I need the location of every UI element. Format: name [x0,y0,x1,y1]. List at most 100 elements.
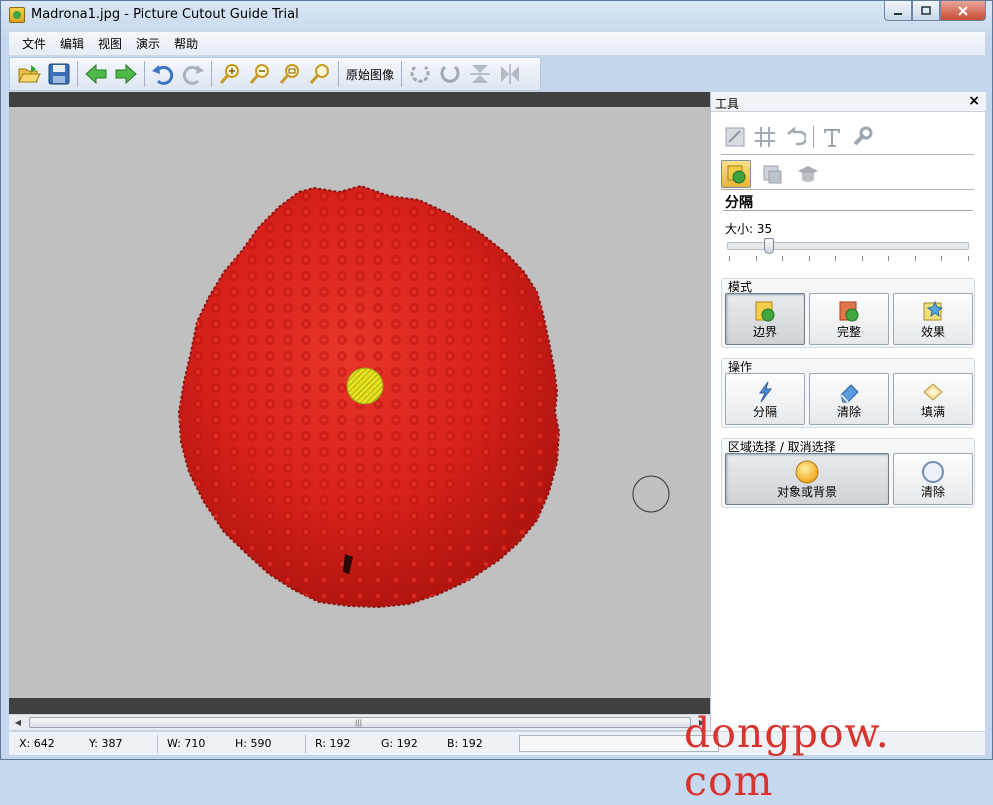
status-green: G: 192 [381,737,418,750]
region-group: 区域选择 / 取消选择 对象或背景 清除 [721,438,975,508]
complete-mode-icon [839,301,859,322]
rotate-left-button[interactable] [406,60,434,88]
panel-undo-tool[interactable] [783,125,807,149]
status-y: Y: 387 [89,737,123,750]
operation-clear-button[interactable]: 清除 [809,373,889,425]
section-title: 分隔 [725,195,753,211]
border-mode-icon [755,301,775,322]
slider-ticks [729,256,969,262]
maximize-button[interactable] [912,1,940,21]
text-tool[interactable] [820,125,844,149]
title-bar[interactable]: Madrona1.jpg - Picture Cutout Guide Tria… [1,1,992,29]
fill-icon [923,383,943,401]
open-icon [18,65,41,83]
save-icon [48,63,70,85]
zoom-fit-button[interactable] [276,60,304,88]
panel-toolbar-top [723,125,880,149]
menu-demo[interactable]: 演示 [129,35,167,52]
slider-tick [835,256,836,261]
slider-tick [808,256,810,261]
flip-horizontal-icon [501,64,520,84]
toolbar-separator [211,61,212,87]
panel-toolbar-separator [813,126,814,148]
brush-size-slider-thumb[interactable] [764,238,774,254]
status-separator [157,735,158,753]
status-x: X: 642 [19,737,55,750]
mode-complete-button[interactable]: 完整 [809,293,889,345]
mode-group: 模式 边界 完整 效果 [721,278,975,348]
original-image-button[interactable]: 原始图像 [342,66,398,83]
lightning-icon [759,381,773,403]
slider-tick [861,256,863,261]
window-title: Madrona1.jpg - Picture Cutout Guide Tria… [31,7,299,22]
forward-icon [115,63,137,85]
rotate-right-button[interactable] [436,60,464,88]
mode-effect-button[interactable]: 效果 [893,293,973,345]
operation-group: 操作 分隔 清除 填满 [721,358,975,428]
zoom-in-button[interactable] [216,60,244,88]
minimize-button[interactable] [884,1,912,21]
separate-mode-tool[interactable] [721,160,751,188]
region-object-or-background-button[interactable]: 对象或背景 [725,453,889,505]
flip-horizontal-button[interactable] [496,60,524,88]
zoom-in-icon [219,64,239,84]
zoom-fit-icon [279,64,299,84]
scroll-left-icon[interactable]: ◀ [11,717,25,729]
panel-divider [721,154,974,155]
app-icon [9,7,25,23]
status-blue: B: 192 [447,737,483,750]
mode-border-button[interactable]: 边界 [725,293,805,345]
settings-tool[interactable] [850,125,874,149]
wrench-icon [853,126,873,146]
grid-icon [755,127,775,147]
slider-tick [729,256,730,261]
crop-tool[interactable] [723,125,747,149]
zoom-actual-button[interactable] [306,60,334,88]
close-button[interactable] [940,1,986,21]
crop-icon [725,127,745,147]
text-icon [824,129,840,147]
region-clear-label: 清除 [920,485,945,499]
brush-cursor [632,475,670,513]
grip-icon: ||| [355,719,363,727]
menu-edit[interactable]: 编辑 [53,35,91,52]
brush-size-label: 大小: 35 [725,222,773,236]
menu-help[interactable]: 帮助 [167,35,205,52]
undo-button[interactable] [149,60,177,88]
empty-circle-icon [922,461,944,483]
toolbar-separator [144,61,145,87]
region-clear-button[interactable]: 清除 [893,453,973,505]
toolbar-separator [338,61,339,87]
yellow-circle-icon [795,460,819,484]
app-window: Madrona1.jpg - Picture Cutout Guide Tria… [0,0,993,805]
panel-close-button[interactable]: × [968,93,980,109]
slider-tick [941,256,942,261]
flip-vertical-button[interactable] [466,60,494,88]
open-button[interactable] [15,60,43,88]
operation-fill-button[interactable]: 填满 [893,373,973,425]
save-button[interactable] [45,60,73,88]
status-red: R: 192 [315,737,351,750]
rotate-left-icon [410,65,430,83]
slider-tick [782,256,783,261]
operation-fill-label: 填满 [920,405,945,419]
menu-file[interactable]: 文件 [15,35,53,52]
horizontal-scrollbar[interactable]: ◀ ||| ▶ [9,714,710,730]
learn-mode-tool[interactable] [793,160,823,188]
operation-separate-button[interactable]: 分隔 [725,373,805,425]
section-divider [723,210,973,211]
back-button[interactable] [82,60,110,88]
overlay-mode-tool[interactable] [757,160,787,188]
redo-button[interactable] [179,60,207,88]
overlay-icon [763,165,782,184]
mode-complete-label: 完整 [836,325,861,339]
image-canvas[interactable] [9,92,710,714]
menu-view[interactable]: 视图 [91,35,129,52]
separate-icon [727,165,746,184]
grid-tool[interactable] [753,125,777,149]
tools-panel-header: 工具 × [711,92,986,112]
forward-button[interactable] [112,60,140,88]
mode-border-label: 边界 [752,325,777,339]
scrollbar-thumb[interactable]: ||| [29,717,691,728]
zoom-out-button[interactable] [246,60,274,88]
